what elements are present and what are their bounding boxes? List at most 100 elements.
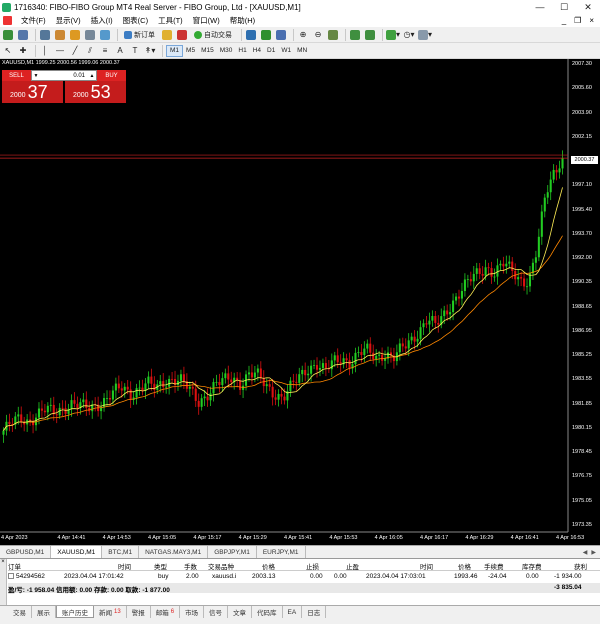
col-profit[interactable]: 获利 [574,561,587,571]
fibonacci-icon[interactable]: ≡ [99,44,111,57]
arrows-icon[interactable]: ↟▾ [144,44,156,57]
col-open-time[interactable]: 时间 [118,561,131,571]
timeframe-m5[interactable]: M5 [183,45,198,57]
auto-scroll-icon[interactable] [349,28,361,41]
tab-signals[interactable]: 信号 [204,606,229,618]
timeframe-m30[interactable]: M30 [217,45,236,57]
menu-insert[interactable]: 插入(I) [86,15,118,26]
col-symbol[interactable]: 交易品种 [208,561,234,571]
menu-charts[interactable]: 图表(C) [118,15,153,26]
metaeditor-icon[interactable] [161,28,173,41]
menu-view[interactable]: 显示(V) [51,15,86,26]
timeframe-h1[interactable]: H1 [235,45,249,57]
chart-tab-btc[interactable]: BTC,M1 [102,546,140,558]
tab-news[interactable]: 新闻 13 [94,606,127,618]
timeframe-w1[interactable]: W1 [278,45,294,57]
col-open-price[interactable]: 价格 [262,561,275,571]
col-swap[interactable]: 库存费 [522,561,542,571]
mdi-close-button[interactable]: × [589,16,594,25]
menu-tools[interactable]: 工具(T) [153,15,188,26]
auto-trading-button[interactable]: 自动交易 [191,28,235,41]
sell-button[interactable]: SELL [2,70,31,81]
menu-window[interactable]: 窗口(W) [188,15,225,26]
tab-journal[interactable]: 日志 [302,606,327,618]
chart-tab-gbpjpy[interactable]: GBPJPY,M1 [208,546,257,558]
tab-exposure[interactable]: 展示 [32,606,56,618]
candle-bear [490,268,493,277]
vertical-line-icon[interactable]: │ [39,44,51,57]
col-commission[interactable]: 手续费 [484,561,504,571]
tile-windows-icon[interactable] [327,28,339,41]
buy-button[interactable]: BUY [97,70,126,81]
market-watch-icon[interactable] [39,28,51,41]
lot-size-input[interactable]: ▼ 0.01 ▲ [31,70,97,81]
col-close-time[interactable]: 时间 [420,561,433,571]
navigator-icon[interactable] [69,28,81,41]
tab-trade[interactable]: 交易 [8,606,32,618]
periods-icon[interactable]: ◷▾ [403,28,415,41]
menu-file[interactable]: 文件(F) [16,15,51,26]
lot-increase-icon[interactable]: ▲ [88,73,96,79]
candle-bear [218,381,221,386]
time-tick: 4 Apr 14:41 [57,535,86,541]
trendline-icon[interactable]: ╱ [69,44,81,57]
mdi-minimize-button[interactable]: _ [562,16,566,25]
chart-tab-xauusd[interactable]: XAUUSD,M1 [51,546,103,558]
tab-mailbox[interactable]: 邮箱 6 [151,606,181,618]
cursor-icon[interactable]: ↖ [2,44,14,57]
terminal-icon[interactable] [84,28,96,41]
table-row[interactable]: 54294562 2023.04.04 17:01:42 buy 2.00 xa… [8,572,600,583]
profiles-icon[interactable] [17,28,29,41]
text-icon[interactable]: A [114,44,126,57]
tab-code-base[interactable]: 代码库 [252,606,283,618]
tab-experts[interactable]: EA [283,606,303,618]
bar-chart-icon[interactable] [245,28,257,41]
templates-icon[interactable]: ▾ [418,28,432,41]
col-tp[interactable]: 止盈 [346,561,359,571]
timeframe-m1[interactable]: M1 [166,44,184,57]
chart-tab-gbpusd[interactable]: GBPUSD,M1 [0,546,52,558]
zoom-out-icon[interactable]: ⊖ [312,28,324,41]
col-sl[interactable]: 止损 [306,561,319,571]
menu-help[interactable]: 帮助(H) [225,15,260,26]
candlestick-icon[interactable] [260,28,272,41]
mdi-restore-button[interactable]: ❐ [574,16,581,25]
crosshair-icon[interactable]: ✚ [17,44,29,57]
col-size[interactable]: 手数 [184,561,197,571]
options-icon[interactable] [176,28,188,41]
price-chart[interactable]: XAUUSD,M1 1999.25 2000.56 1999.06 2000.3… [0,59,600,545]
line-chart-icon[interactable] [275,28,287,41]
terminal-close-icon[interactable]: × [0,559,6,565]
buy-price-button[interactable]: 2000 53 [65,81,126,103]
timeframe-h4[interactable]: H4 [250,45,264,57]
timeframe-d1[interactable]: D1 [264,45,278,57]
horizontal-line-icon[interactable]: — [54,44,66,57]
data-window-icon[interactable] [54,28,66,41]
col-type[interactable]: 类型 [154,561,167,571]
scroll-left-icon[interactable]: ◀ [583,549,588,556]
tab-alerts[interactable]: 警报 [127,606,151,618]
channel-icon[interactable]: ⫽ [84,44,96,57]
close-button[interactable]: ✕ [576,0,600,14]
lot-decrease-icon[interactable]: ▼ [32,73,40,79]
maximize-button[interactable]: ☐ [552,0,576,14]
timeframe-mn[interactable]: MN [294,45,310,57]
zoom-in-icon[interactable]: ⊕ [297,28,309,41]
new-chart-icon[interactable] [2,28,14,41]
chart-shift-icon[interactable] [364,28,376,41]
chart-tab-eurjpy[interactable]: EURJPY,M1 [257,546,306,558]
sell-price-button[interactable]: 2000 37 [2,81,63,103]
text-label-icon[interactable]: T [129,44,141,57]
indicators-icon[interactable]: ▾ [386,28,400,41]
tab-market[interactable]: 市场 [180,606,205,618]
col-order[interactable]: 订单 [8,561,21,571]
tab-articles[interactable]: 文章 [228,606,253,618]
chart-tab-natgas[interactable]: NATGAS.MAY3,M1 [139,546,209,558]
scroll-right-icon[interactable]: ▶ [591,549,596,556]
col-close-price[interactable]: 价格 [458,561,471,571]
minimize-button[interactable]: — [528,0,552,14]
strategy-tester-icon[interactable] [99,28,111,41]
tab-account-history[interactable]: 账户历史 [56,606,94,618]
timeframe-m15[interactable]: M15 [198,45,217,57]
new-order-button[interactable]: 新订单 [121,28,158,41]
